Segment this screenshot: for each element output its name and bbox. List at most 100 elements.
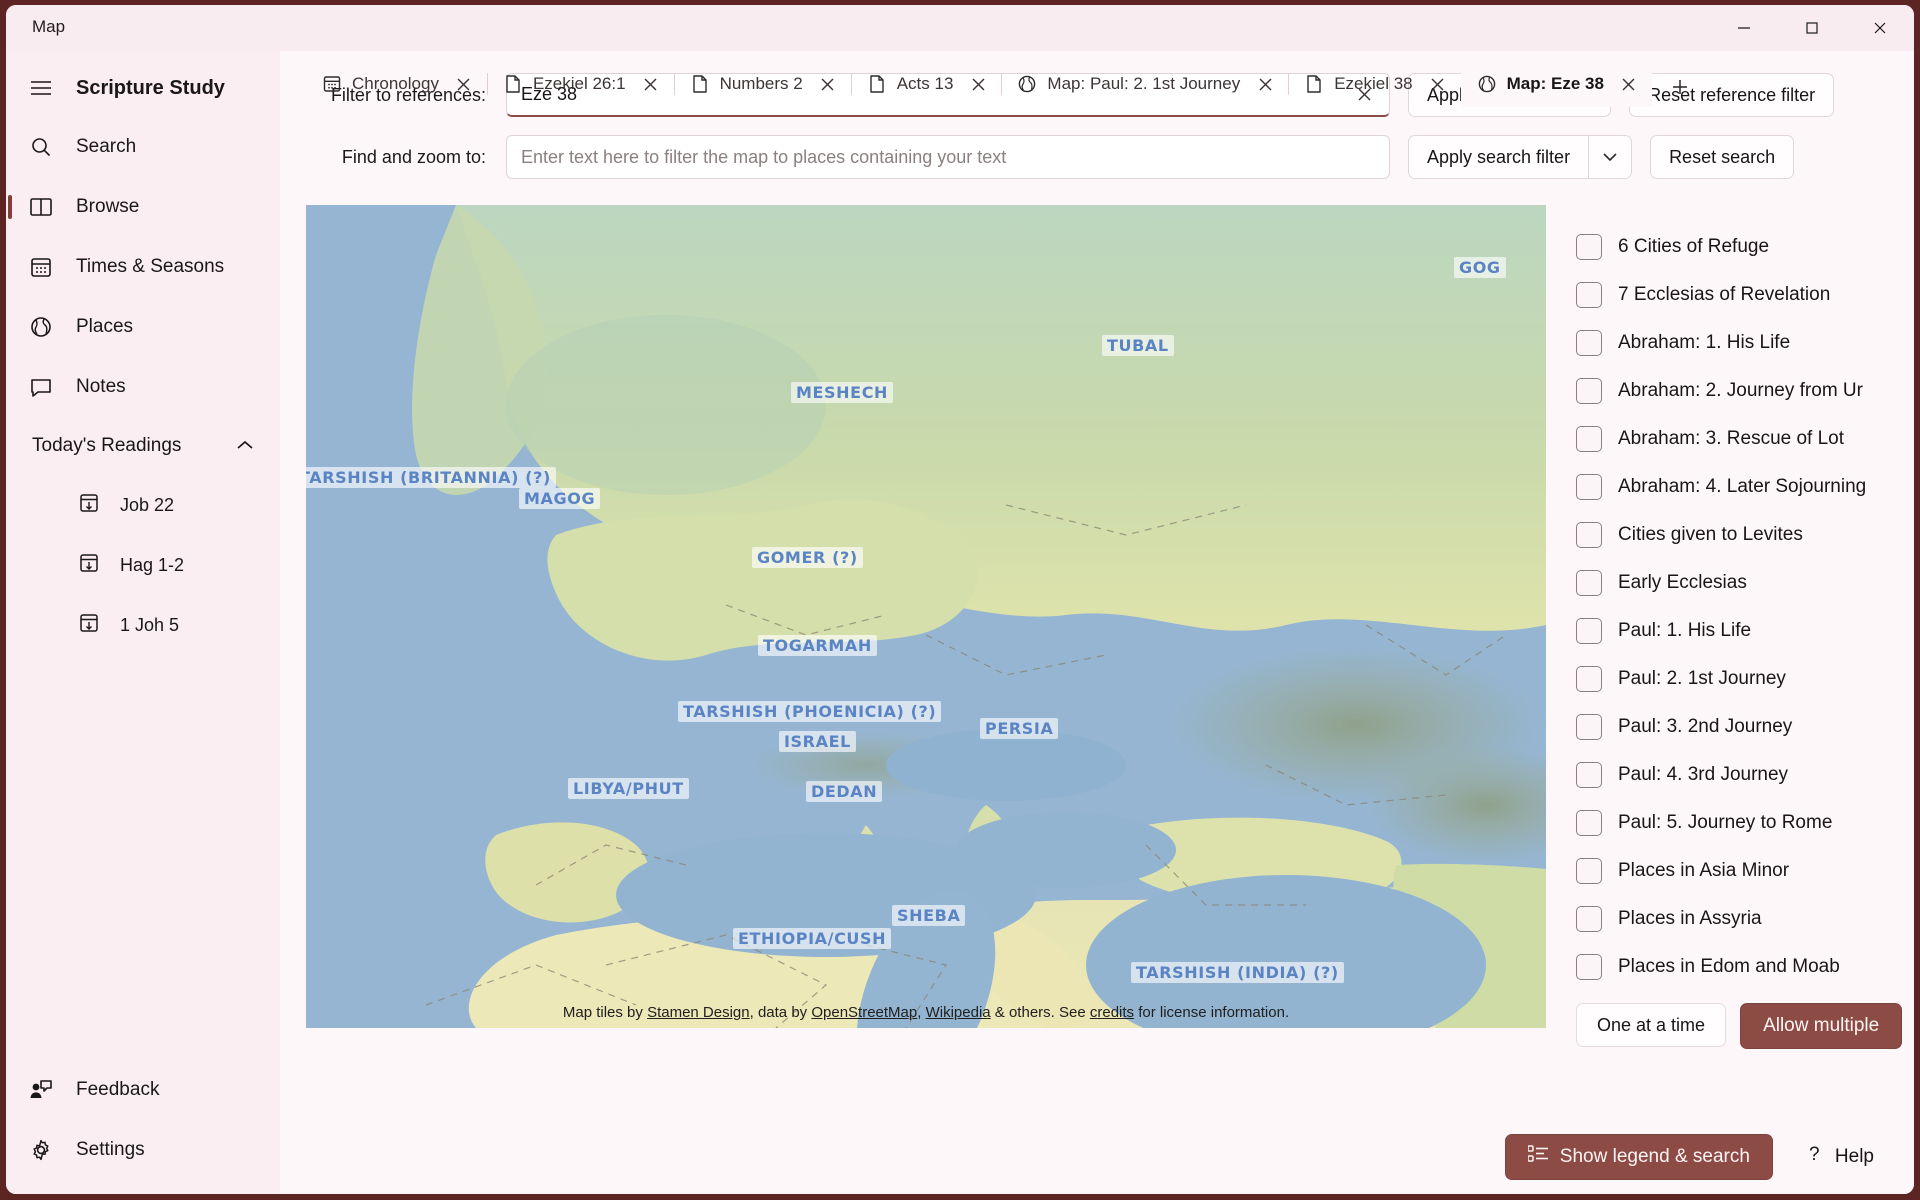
tab-ezekiel-38[interactable]: Ezekiel 38 <box>1288 61 1460 107</box>
legend-checkbox[interactable] <box>1576 954 1602 980</box>
close-icon[interactable] <box>1846 5 1914 51</box>
tab-map-eze-38[interactable]: Map: Eze 38 <box>1460 61 1652 107</box>
legend-option-row[interactable]: Abraham: 3. Rescue of Lot <box>1576 415 1914 463</box>
legend-checkbox[interactable] <box>1576 330 1602 356</box>
tab-close-icon[interactable] <box>451 71 477 97</box>
legend-checkbox[interactable] <box>1576 378 1602 404</box>
tab-acts-13[interactable]: Acts 13 <box>850 61 1002 107</box>
reading-label: Job 22 <box>120 494 175 515</box>
map-label: GOMER (?) <box>752 547 863 568</box>
sidebar-item-browse[interactable]: Browse <box>6 177 280 237</box>
sidebar-item-search[interactable]: Search <box>6 117 280 177</box>
map-and-legend: GOG TUBAL MESHECH TARSHISH (BRITANNIA) (?) M… <box>280 205 1914 1194</box>
legend-checkbox[interactable] <box>1576 426 1602 452</box>
legend-option-row[interactable]: Paul: 3. 2nd Journey <box>1576 703 1914 751</box>
tab-close-icon[interactable] <box>815 71 841 97</box>
sidebar-item-label: Browse <box>76 196 140 217</box>
tab-chronology[interactable]: Chronology <box>306 61 487 107</box>
legend-option-row[interactable]: Abraham: 1. His Life <box>1576 319 1914 367</box>
search-filter-label: Find and zoom to: <box>341 146 486 167</box>
maximize-icon[interactable] <box>1778 5 1846 51</box>
help-button[interactable]: ? Help <box>1791 1135 1888 1179</box>
sidebar-item-notes[interactable]: Notes <box>6 357 280 417</box>
tab-close-icon[interactable] <box>965 71 991 97</box>
tab-map-paul-2-1st-journey[interactable]: Map: Paul: 2. 1st Journey <box>1001 61 1288 107</box>
tab-label: Ezekiel 38 <box>1334 74 1413 93</box>
openstreetmap-link[interactable]: OpenStreetMap <box>811 1004 917 1021</box>
calendar-icon <box>28 254 54 280</box>
legend-option-row[interactable]: Paul: 2. 1st Journey <box>1576 655 1914 703</box>
map-label: SHEBA <box>892 905 966 926</box>
legend-option-row[interactable]: Places in Edom and Moab <box>1576 943 1914 991</box>
sidebar-item-feedback[interactable]: Feedback <box>6 1060 280 1120</box>
legend-option-row[interactable]: Early Ecclesias <box>1576 559 1914 607</box>
legend-option-row[interactable]: Places in Assyria <box>1576 895 1914 943</box>
sidebar-item-settings[interactable]: Settings <box>6 1120 280 1180</box>
content-area: Filter to references: Eze 38 Apply refer… <box>280 51 1914 1194</box>
todays-readings-section-header[interactable]: Today's Readings <box>6 417 280 475</box>
show-legend-and-search-button[interactable]: Show legend & search <box>1504 1134 1773 1180</box>
map-view[interactable]: GOG TUBAL MESHECH TARSHISH (BRITANNIA) (?) M… <box>306 205 1546 1028</box>
legend-option-row[interactable]: Paul: 4. 3rd Journey <box>1576 751 1914 799</box>
map-label: MESHECH <box>791 382 894 403</box>
legend-option-label: 7 Ecclesias of Revelation <box>1618 284 1831 305</box>
tab-label: Ezekiel 26:1 <box>532 74 626 93</box>
legend-checkbox[interactable] <box>1576 234 1602 260</box>
legend-checkbox[interactable] <box>1576 858 1602 884</box>
app-frame: Map Chronology Ezekiel 26:1 Numbers 2 Acts … <box>0 0 1920 1200</box>
tab-label: Numbers 2 <box>719 74 803 93</box>
legend-option-label: Early Ecclesias <box>1618 572 1747 593</box>
plus-icon[interactable] <box>1658 67 1702 107</box>
legend-checkbox[interactable] <box>1576 522 1602 548</box>
tab-ezekiel-26-1[interactable]: Ezekiel 26:1 <box>486 61 674 107</box>
tab-close-icon[interactable] <box>1425 71 1451 97</box>
document-icon <box>1304 74 1324 94</box>
tab-numbers-2[interactable]: Numbers 2 <box>673 61 851 107</box>
legend-option-row[interactable]: Cities given to Levites <box>1576 511 1914 559</box>
wikipedia-link[interactable]: Wikipedia <box>926 1004 991 1021</box>
legend-checkbox[interactable] <box>1576 810 1602 836</box>
legend-option-row[interactable]: Places in Asia Minor <box>1576 847 1914 895</box>
map-label: GOG <box>1454 257 1506 278</box>
reading-item-job-22[interactable]: Job 22 <box>6 475 280 535</box>
search-filter-input[interactable]: Enter text here to filter the map to pla… <box>506 135 1390 179</box>
reading-item-1-joh-5[interactable]: 1 Joh 5 <box>6 595 280 655</box>
legend-option-row[interactable]: 7 Ecclesias of Revelation <box>1576 271 1914 319</box>
legend-option-label: Places in Asia Minor <box>1618 860 1790 881</box>
tab-close-icon[interactable] <box>1252 71 1278 97</box>
legend-checkbox[interactable] <box>1576 474 1602 500</box>
tab-close-icon[interactable] <box>1616 71 1642 97</box>
legend-checkbox[interactable] <box>1576 714 1602 740</box>
minimize-icon[interactable] <box>1710 5 1778 51</box>
reset-search-button[interactable]: Reset search <box>1650 135 1795 179</box>
show-legend-label: Show legend & search <box>1559 1146 1750 1167</box>
legend-checkbox[interactable] <box>1576 762 1602 788</box>
hamburger-button[interactable]: Scripture Study <box>6 59 280 117</box>
globe-icon <box>28 314 54 340</box>
legend-checkbox[interactable] <box>1576 906 1602 932</box>
apply-search-filter-split-button: Apply search filter <box>1408 135 1633 179</box>
legend-option-row[interactable]: Paul: 1. His Life <box>1576 607 1914 655</box>
apply-search-filter-button[interactable]: Apply search filter <box>1408 135 1589 179</box>
reading-item-hag-1-2[interactable]: Hag 1-2 <box>6 535 280 595</box>
credits-link[interactable]: credits <box>1090 1004 1134 1021</box>
legend-checkbox[interactable] <box>1576 666 1602 692</box>
window-body: Scripture Study Search Browse Times & Se… <box>6 51 1914 1194</box>
legend-option-row[interactable]: Abraham: 2. Journey from Ur <box>1576 367 1914 415</box>
sidebar-item-places[interactable]: Places <box>6 297 280 357</box>
tab-close-icon[interactable] <box>638 71 664 97</box>
stamen-design-link[interactable]: Stamen Design <box>647 1004 750 1021</box>
legend-checkbox[interactable] <box>1576 282 1602 308</box>
legend-checkbox[interactable] <box>1576 570 1602 596</box>
legend-option-row[interactable]: Paul: 5. Journey to Rome <box>1576 799 1914 847</box>
legend-checkbox[interactable] <box>1576 618 1602 644</box>
allow-multiple-button[interactable]: Allow multiple <box>1740 1003 1903 1049</box>
legend-option-row[interactable]: Abraham: 4. Later Sojourning <box>1576 463 1914 511</box>
chevron-up-icon[interactable] <box>236 435 254 457</box>
sidebar-item-times-and-seasons[interactable]: Times & Seasons <box>6 237 280 297</box>
legend-option-label: Paul: 4. 3rd Journey <box>1618 764 1789 785</box>
one-at-a-time-button[interactable]: One at a time <box>1576 1003 1727 1047</box>
legend-panel: 6 Cities of Refuge 7 Ecclesias of Revelat… <box>1546 205 1914 1194</box>
chevron-down-icon[interactable] <box>1588 135 1633 179</box>
legend-option-row[interactable]: 6 Cities of Refuge <box>1576 223 1914 271</box>
